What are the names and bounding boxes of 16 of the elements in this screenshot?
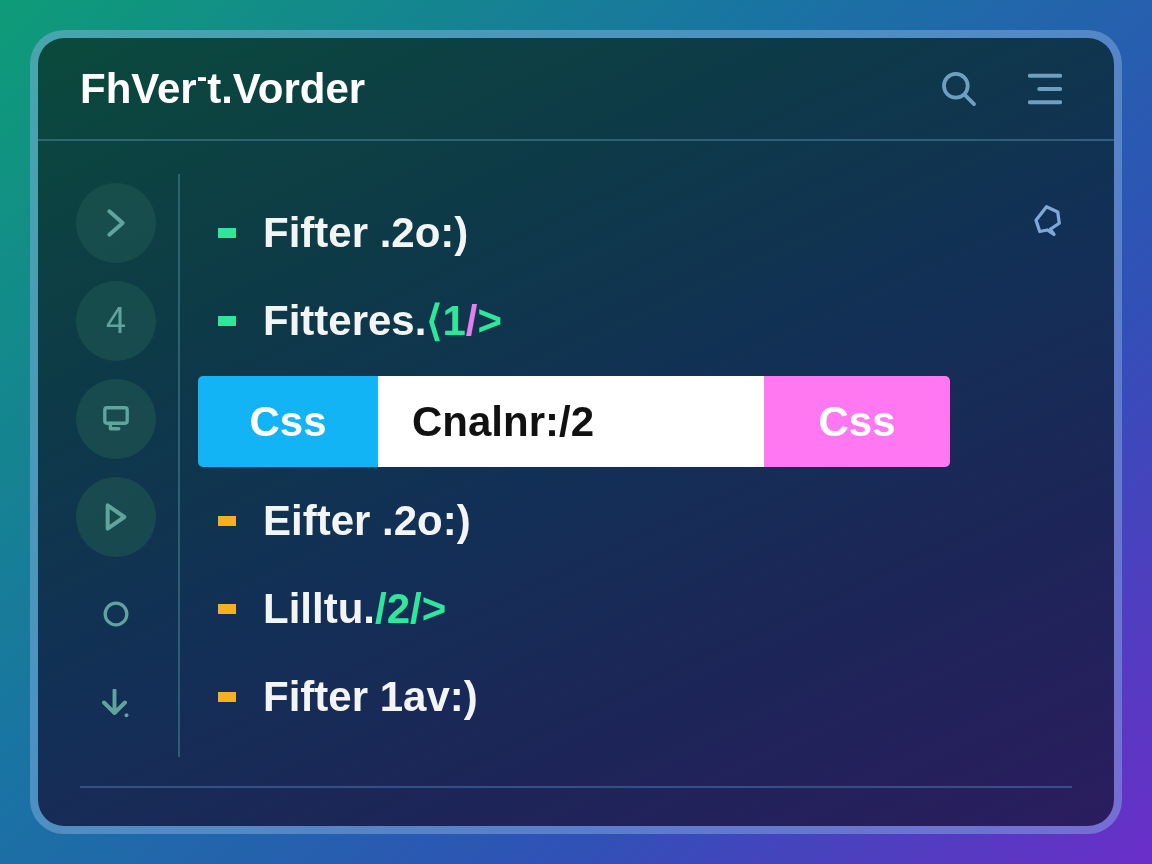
rail-button[interactable]: 4 bbox=[76, 281, 156, 361]
window-title: FhVer$^{-}$t.Vorder bbox=[80, 67, 366, 110]
menu-icon[interactable] bbox=[1028, 72, 1062, 105]
list-item-text: Fifter .2o:) bbox=[263, 212, 469, 254]
list-item-text: Fifter 1av:) bbox=[263, 676, 478, 718]
arrow-down-icon[interactable] bbox=[101, 689, 131, 719]
label-chip[interactable]: Css bbox=[198, 376, 378, 467]
list-item-text: Fitteres.⟨1/> bbox=[263, 300, 502, 342]
label-chip[interactable]: Css bbox=[764, 376, 950, 467]
list-item-text: Eifter .2o:) bbox=[263, 500, 471, 542]
list-item-text: Lilltu./2/> bbox=[263, 588, 447, 630]
search-icon[interactable] bbox=[940, 69, 978, 108]
play-icon bbox=[103, 502, 129, 532]
ring-icon[interactable] bbox=[103, 601, 129, 627]
monitor-icon bbox=[102, 405, 130, 433]
value-field[interactable]: Cnalnr:/2 bbox=[378, 376, 764, 467]
